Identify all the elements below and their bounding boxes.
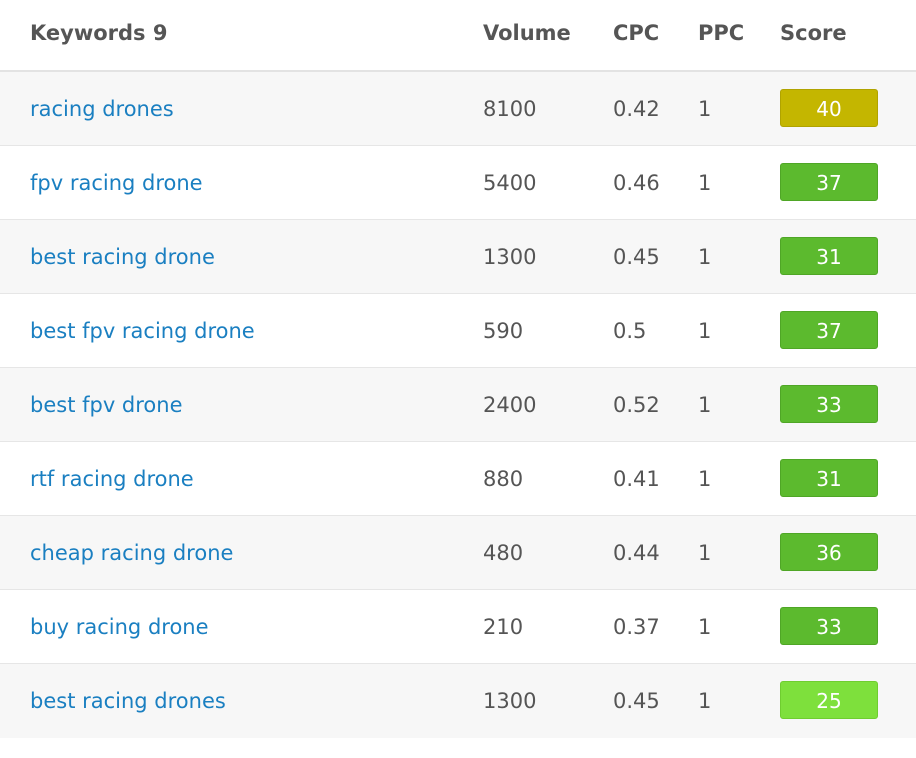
keywords-column-header[interactable]: Keywords 9 [30,21,167,45]
cpc-value: 0.46 [613,171,660,195]
table-row: racing drones 8100 0.42 1 40 [0,72,916,146]
volume-value: 590 [483,319,524,343]
table-row: best racing drones 1300 0.45 1 25 [0,664,916,738]
table-row: cheap racing drone 480 0.44 1 36 [0,516,916,590]
ppc-column-header[interactable]: PPC [698,21,744,45]
keywords-table: Keywords 9 Volume CPC PPC Score racing d… [0,0,916,738]
score-column-header[interactable]: Score [780,21,847,45]
cpc-value: 0.45 [613,689,660,713]
cpc-value: 0.41 [613,467,660,491]
table-row: best fpv drone 2400 0.52 1 33 [0,368,916,442]
keyword-link[interactable]: racing drones [30,72,174,146]
score-badge: 33 [780,385,878,423]
ppc-value: 1 [698,97,712,121]
cpc-column-header[interactable]: CPC [613,21,659,45]
score-badge: 36 [780,533,878,571]
keyword-link[interactable]: buy racing drone [30,590,209,664]
table-row: buy racing drone 210 0.37 1 33 [0,590,916,664]
volume-value: 1300 [483,245,537,269]
keyword-link[interactable]: cheap racing drone [30,516,233,590]
cpc-value: 0.5 [613,319,647,343]
volume-value: 210 [483,615,524,639]
keyword-link[interactable]: best fpv racing drone [30,294,255,368]
score-badge: 37 [780,163,878,201]
ppc-value: 1 [698,393,712,417]
score-badge: 25 [780,681,878,719]
cpc-value: 0.42 [613,97,660,121]
ppc-value: 1 [698,171,712,195]
ppc-value: 1 [698,245,712,269]
volume-value: 8100 [483,97,537,121]
cpc-value: 0.52 [613,393,660,417]
table-row: fpv racing drone 5400 0.46 1 37 [0,146,916,220]
score-badge: 33 [780,607,878,645]
keyword-link[interactable]: fpv racing drone [30,146,203,220]
volume-value: 2400 [483,393,537,417]
cpc-value: 0.37 [613,615,660,639]
cpc-value: 0.44 [613,541,660,565]
table-row: best racing drone 1300 0.45 1 31 [0,220,916,294]
cpc-value: 0.45 [613,245,660,269]
keyword-link[interactable]: best racing drone [30,220,215,294]
volume-value: 5400 [483,171,537,195]
table-row: rtf racing drone 880 0.41 1 31 [0,442,916,516]
score-badge: 37 [780,311,878,349]
table-row: best fpv racing drone 590 0.5 1 37 [0,294,916,368]
volume-value: 880 [483,467,524,491]
volume-column-header[interactable]: Volume [483,21,571,45]
ppc-value: 1 [698,319,712,343]
score-badge: 31 [780,459,878,497]
ppc-value: 1 [698,541,712,565]
score-badge: 31 [780,237,878,275]
ppc-value: 1 [698,689,712,713]
keyword-link[interactable]: best racing drones [30,664,226,738]
table-header: Keywords 9 Volume CPC PPC Score [0,0,916,72]
ppc-value: 1 [698,615,712,639]
ppc-value: 1 [698,467,712,491]
keyword-link[interactable]: best fpv drone [30,368,183,442]
volume-value: 1300 [483,689,537,713]
score-badge: 40 [780,89,878,127]
keyword-link[interactable]: rtf racing drone [30,442,194,516]
volume-value: 480 [483,541,524,565]
